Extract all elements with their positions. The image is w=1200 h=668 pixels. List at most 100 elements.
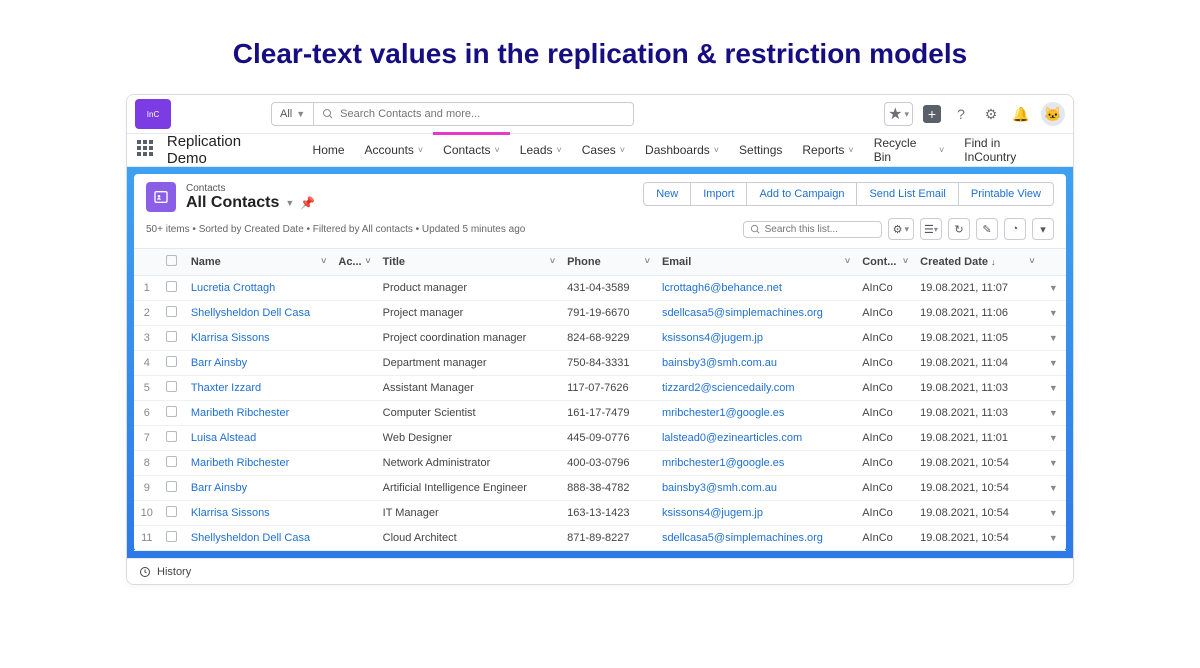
row-email[interactable]: bainsby3@smh.com.au [656,476,856,501]
row-name[interactable]: Shellysheldon Dell Casa [185,301,333,326]
row-actions[interactable]: ▼ [1041,401,1066,426]
app-logo[interactable]: InC [135,99,171,129]
row-actions[interactable]: ▼ [1041,501,1066,526]
row-checkbox[interactable] [160,351,185,376]
row-checkbox[interactable] [160,401,185,426]
nav-item-contacts[interactable]: Contacts˅ [433,133,510,167]
checkbox-icon[interactable] [166,381,177,392]
checkbox-icon[interactable] [166,255,177,266]
col-account[interactable]: Ac...˅ [332,249,376,276]
checkbox-icon[interactable] [166,331,177,342]
display-as-button[interactable]: ☰▾ [920,218,942,240]
caret-down-icon[interactable]: ▼ [285,198,294,208]
row-email[interactable]: sdellcasa5@simplemachines.org [656,301,856,326]
setup-button[interactable]: ⚙ [981,104,1001,124]
col-title[interactable]: Title˅ [377,249,561,276]
row-checkbox[interactable] [160,451,185,476]
row-name[interactable]: Klarrisa Sissons [185,501,333,526]
nav-item-cases[interactable]: Cases˅ [572,133,635,167]
row-actions[interactable]: ▼ [1041,276,1066,301]
refresh-button[interactable]: ↻ [948,218,970,240]
help-button[interactable]: ? [951,104,971,124]
nav-item-accounts[interactable]: Accounts˅ [355,133,434,167]
chart-button[interactable]: ◔ [1004,218,1026,240]
nav-item-find-in-incountry[interactable]: Find in InCountry [954,133,1063,167]
row-name[interactable]: Thaxter Izzard [185,376,333,401]
row-name[interactable]: Barr Ainsby [185,351,333,376]
row-email[interactable]: mribchester1@google.es [656,451,856,476]
checkbox-icon[interactable] [166,281,177,292]
row-actions[interactable]: ▼ [1041,526,1066,551]
edit-button[interactable]: ✎ [976,218,998,240]
row-actions[interactable]: ▼ [1041,326,1066,351]
row-name[interactable]: Shellysheldon Dell Casa [185,526,333,551]
list-search-input[interactable] [765,224,875,235]
row-name[interactable]: Lucretia Crottagh [185,276,333,301]
global-search-input[interactable] [340,108,625,120]
checkbox-icon[interactable] [166,306,177,317]
row-actions[interactable]: ▼ [1041,426,1066,451]
row-email[interactable]: ksissons4@jugem.jp [656,501,856,526]
row-actions[interactable]: ▼ [1041,476,1066,501]
col-phone[interactable]: Phone˅ [561,249,656,276]
row-actions[interactable]: ▼ [1041,451,1066,476]
list-search[interactable] [743,221,882,238]
checkbox-icon[interactable] [166,356,177,367]
favorites-button[interactable]: ★ ▾ [884,102,913,126]
list-settings-button[interactable]: ⚙▾ [888,218,914,240]
checkbox-icon[interactable] [166,506,177,517]
col-checkbox[interactable] [160,249,185,276]
col-cont[interactable]: Cont...˅ [856,249,914,276]
row-name[interactable]: Maribeth Ribchester [185,401,333,426]
nav-item-home[interactable]: Home [303,133,355,167]
row-email[interactable]: ksissons4@jugem.jp [656,326,856,351]
row-checkbox[interactable] [160,526,185,551]
row-email[interactable]: lcrottagh6@behance.net [656,276,856,301]
search-scope-button[interactable]: All ▼ [271,102,314,126]
nav-item-dashboards[interactable]: Dashboards˅ [635,133,729,167]
col-name[interactable]: Name˅ [185,249,333,276]
row-actions[interactable]: ▼ [1041,351,1066,376]
col-email[interactable]: Email˅ [656,249,856,276]
listview-name[interactable]: All Contacts [186,194,279,212]
checkbox-icon[interactable] [166,456,177,467]
col-created[interactable]: Created Date↓˅ [914,249,1040,276]
notifications-button[interactable]: 🔔 [1011,104,1031,124]
nav-item-recycle-bin[interactable]: Recycle Bin˅ [864,133,955,167]
printable-view-button[interactable]: Printable View [959,182,1054,206]
row-email[interactable]: tizzard2@sciencedaily.com [656,376,856,401]
add-button[interactable]: + [923,105,941,123]
pin-icon[interactable]: 📌 [300,196,315,210]
row-checkbox[interactable] [160,326,185,351]
search-input-wrap[interactable] [314,102,634,126]
row-email[interactable]: lalstead0@ezinearticles.com [656,426,856,451]
new-button[interactable]: New [643,182,691,206]
row-checkbox[interactable] [160,426,185,451]
nav-item-leads[interactable]: Leads˅ [510,133,572,167]
filter-button[interactable]: ▾ [1032,218,1054,240]
row-checkbox[interactable] [160,376,185,401]
import-button[interactable]: Import [691,182,747,206]
row-email[interactable]: bainsby3@smh.com.au [656,351,856,376]
avatar-button[interactable]: 🐱 [1041,102,1065,126]
row-email[interactable]: sdellcasa5@simplemachines.org [656,526,856,551]
row-name[interactable]: Luisa Alstead [185,426,333,451]
add-to-campaign-button[interactable]: Add to Campaign [747,182,857,206]
checkbox-icon[interactable] [166,431,177,442]
row-actions[interactable]: ▼ [1041,376,1066,401]
row-name[interactable]: Klarrisa Sissons [185,326,333,351]
row-checkbox[interactable] [160,501,185,526]
checkbox-icon[interactable] [166,481,177,492]
row-checkbox[interactable] [160,276,185,301]
row-name[interactable]: Maribeth Ribchester [185,451,333,476]
row-email[interactable]: mribchester1@google.es [656,401,856,426]
checkbox-icon[interactable] [166,531,177,542]
checkbox-icon[interactable] [166,406,177,417]
row-checkbox[interactable] [160,301,185,326]
send-list-email-button[interactable]: Send List Email [857,182,958,206]
row-checkbox[interactable] [160,476,185,501]
nav-item-reports[interactable]: Reports˅ [792,133,863,167]
nav-item-settings[interactable]: Settings [729,133,792,167]
row-actions[interactable]: ▼ [1041,301,1066,326]
history-bar[interactable]: History [127,558,1073,584]
